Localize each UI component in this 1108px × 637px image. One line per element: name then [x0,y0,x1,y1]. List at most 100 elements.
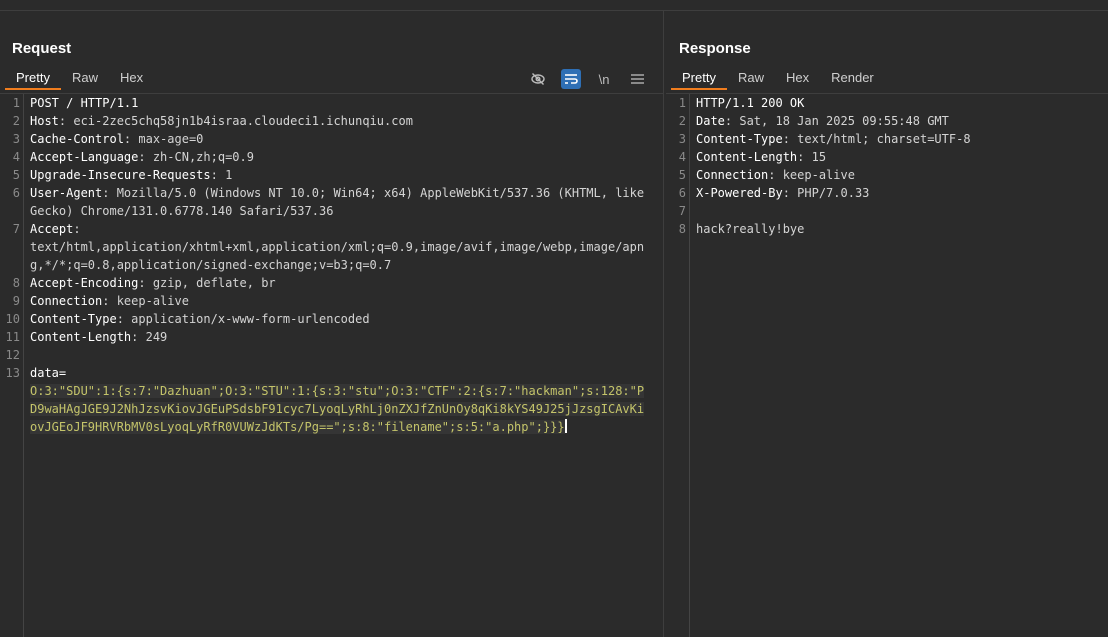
tab-pretty[interactable]: Pretty [671,68,727,90]
code-line: 10 Content-Type: application/x-www-form-u… [0,310,650,328]
line-number: 1 [678,96,686,110]
tab-raw[interactable]: Raw [61,68,109,90]
code-line: 1 POST / HTTP/1.1 [0,94,650,112]
code-line: 6 User-Agent: Mozilla/5.0 (Windows NT 10.… [0,184,650,220]
header-value: : text/html,application/xhtml+xml,applic… [30,222,645,272]
header-value: : zh-CN,zh;q=0.9 [138,150,254,164]
body-line: 13 data= O:3:"SDU":1:{s:7:"Dazhuan";O:3:"S… [0,364,650,436]
line-number: 10 [5,312,20,326]
request-tabs: Pretty Raw Hex [5,68,154,92]
line-number: 7 [678,204,686,218]
response-title: Response [679,40,751,57]
line-number: 11 [5,330,20,344]
body-value: O:3:"SDU":1:{s:7:"Dazhuan";O:3:"STU":1:{… [30,384,645,434]
code-line: 6 X-Powered-By: PHP/7.0.33 [666,184,1108,202]
tab-raw[interactable]: Raw [727,68,775,90]
code-line: 7 [666,202,1108,220]
response-pane: Response Pretty Raw Hex Render 1 HTTP/1.1… [666,11,1108,637]
line-number: 2 [678,114,686,128]
header-name: Content-Type [696,132,783,146]
body-key: data= [30,366,67,380]
header-value: : Sat, 18 Jan 2025 09:55:48 GMT [724,114,949,128]
response-editor[interactable]: 1 HTTP/1.1 200 OK 2 Date: Sat, 18 Jan 2025 … [666,94,1108,637]
header-name: Accept [30,222,74,236]
code-line: 7 Accept: text/html,application/xhtml+xml… [0,220,650,274]
code-line: 4 Content-Length: 15 [666,148,1108,166]
code-line: 9 Connection: keep-alive [0,292,650,310]
tab-render[interactable]: Render [820,68,885,90]
header-value: : application/x-www-form-urlencoded [116,312,370,326]
header-value: : 15 [797,150,827,164]
newline-toggle[interactable]: \n [594,69,614,89]
header-value: : max-age=0 [123,132,204,146]
request-title: Request [12,40,72,57]
tab-hex[interactable]: Hex [109,68,154,90]
header-name: Accept-Encoding [30,276,139,290]
code-line: 2 Host: eci-2zec5chq58jn1b4israa.cloudeci… [0,112,650,130]
code-line: 8 hack?really!bye [666,220,1108,238]
wrap-icon[interactable] [561,69,581,89]
code-line: 3 Content-Type: text/html; charset=UTF-8 [666,130,1108,148]
header-value: : eci-2zec5chq58jn1b4israa.cloudeci1.ich… [58,114,413,128]
header-name: Connection [30,294,103,308]
request-lines: 1 POST / HTTP/1.1 2 Host: eci-2zec5chq58jn1… [0,94,663,436]
header-name: POST / HTTP/1.1 [30,96,139,110]
code-line: 4 Accept-Language: zh-CN,zh;q=0.9 [0,148,650,166]
line-number: 3 [12,132,20,146]
header-name: Content-Length [696,150,798,164]
response-lines: 1 HTTP/1.1 200 OK 2 Date: Sat, 18 Jan 2025 … [666,94,1108,238]
header-value: : 1 [210,168,233,182]
line-number: 9 [12,294,20,308]
tab-hex[interactable]: Hex [775,68,820,90]
line-number: 5 [12,168,20,182]
line-number: 7 [12,222,20,236]
request-editor[interactable]: 1 POST / HTTP/1.1 2 Host: eci-2zec5chq58jn1… [0,94,663,637]
header-name: Host [30,114,59,128]
menu-icon[interactable] [627,69,647,89]
line-number: 8 [678,222,686,236]
request-pane: Request Pretty Raw Hex \n 1 POST / HTTP/1… [0,11,664,637]
response-tabs: Pretty Raw Hex Render [671,68,885,92]
header-name: X-Powered-By [696,186,783,200]
header-value: : keep-alive [102,294,189,308]
header-name: User-Agent [30,186,103,200]
code-line: 12 [0,346,650,364]
header-value: hack?really!bye [696,222,805,236]
request-toolbar: \n [528,68,647,90]
line-number: 2 [12,114,20,128]
line-number: 3 [678,132,686,146]
line-number: 12 [5,348,20,362]
line-number: 1 [12,96,20,110]
line-number: 6 [678,186,686,200]
header-value: : 249 [131,330,168,344]
code-line: 8 Accept-Encoding: gzip, deflate, br [0,274,650,292]
code-line: 11 Content-Length: 249 [0,328,650,346]
line-number: 4 [678,150,686,164]
header-name: HTTP/1.1 200 OK [696,96,805,110]
line-number: 5 [678,168,686,182]
code-line: 5 Connection: keep-alive [666,166,1108,184]
top-strip [0,0,1108,11]
header-value: : gzip, deflate, br [138,276,276,290]
header-value: : Mozilla/5.0 (Windows NT 10.0; Win64; x… [30,186,652,218]
header-name: Accept-Language [30,150,139,164]
header-name: Content-Type [30,312,117,326]
header-name: Content-Length [30,330,132,344]
eye-off-icon[interactable] [528,69,548,89]
header-value: : keep-alive [768,168,855,182]
code-line: 5 Upgrade-Insecure-Requests: 1 [0,166,650,184]
header-name: Connection [696,168,769,182]
line-number: 13 [5,366,20,380]
header-value: : PHP/7.0.33 [782,186,870,200]
code-line: 2 Date: Sat, 18 Jan 2025 09:55:48 GMT [666,112,1108,130]
code-line: 3 Cache-Control: max-age=0 [0,130,650,148]
line-number: 4 [12,150,20,164]
header-name: Date [696,114,725,128]
line-number: 8 [12,276,20,290]
tab-pretty[interactable]: Pretty [5,68,61,90]
line-number: 6 [12,186,20,200]
text-caret [564,419,567,433]
header-name: Upgrade-Insecure-Requests [30,168,211,182]
header-value: : text/html; charset=UTF-8 [782,132,971,146]
code-line: 1 HTTP/1.1 200 OK [666,94,1108,112]
